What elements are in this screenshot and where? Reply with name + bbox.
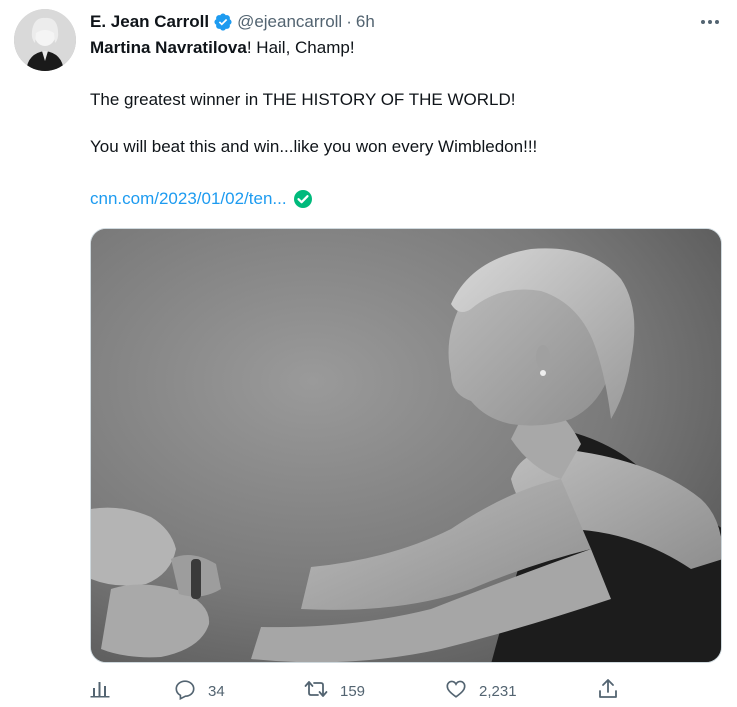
share-icon — [598, 678, 618, 705]
article-link[interactable]: cnn.com/2023/01/02/ten... — [90, 188, 287, 210]
tweet-line-3: You will beat this and win...like you wo… — [90, 137, 538, 156]
tweet-link-row: cnn.com/2023/01/02/ten... — [90, 188, 313, 210]
reply-icon — [174, 678, 196, 705]
reply-button[interactable]: 34 — [174, 676, 225, 706]
tweet-header: E. Jean Carroll @ejeancarroll · 6h — [90, 11, 375, 33]
tweet-line-1: Martina Navratilova! Hail, Champ! — [90, 37, 355, 59]
verified-badge-icon — [213, 12, 233, 32]
tweet-photo[interactable] — [90, 228, 722, 663]
tweet-line-2: The greatest winner in THE HISTORY OF TH… — [90, 90, 516, 109]
more-options-icon[interactable] — [696, 10, 724, 34]
separator-dot: · — [346, 12, 352, 31]
avatar[interactable] — [14, 9, 76, 71]
tweet-line-1-rest: ! Hail, Champ! — [246, 38, 355, 57]
photo-image — [91, 229, 721, 662]
timestamp[interactable]: 6h — [356, 12, 375, 32]
check-circle-icon — [293, 189, 313, 209]
retweet-icon — [304, 678, 328, 705]
mention-name[interactable]: Martina Navratilova — [90, 38, 247, 57]
analytics-icon — [90, 679, 110, 704]
retweet-button[interactable]: 159 — [304, 676, 365, 706]
retweet-count: 159 — [340, 682, 366, 700]
heart-icon — [445, 678, 467, 705]
reply-count: 34 — [208, 682, 225, 700]
avatar-image — [14, 9, 76, 71]
tweet[interactable]: E. Jean Carroll @ejeancarroll · 6h Marti… — [0, 0, 737, 707]
like-button[interactable]: 2,231 — [445, 676, 517, 706]
share-button[interactable] — [598, 676, 618, 706]
like-count: 2,231 — [479, 682, 517, 700]
author-handle[interactable]: @ejeancarroll — [237, 12, 342, 32]
analytics-button[interactable] — [90, 676, 110, 706]
author-name[interactable]: E. Jean Carroll — [90, 12, 209, 32]
tweet-actions: 34 159 2,231 — [90, 676, 630, 706]
